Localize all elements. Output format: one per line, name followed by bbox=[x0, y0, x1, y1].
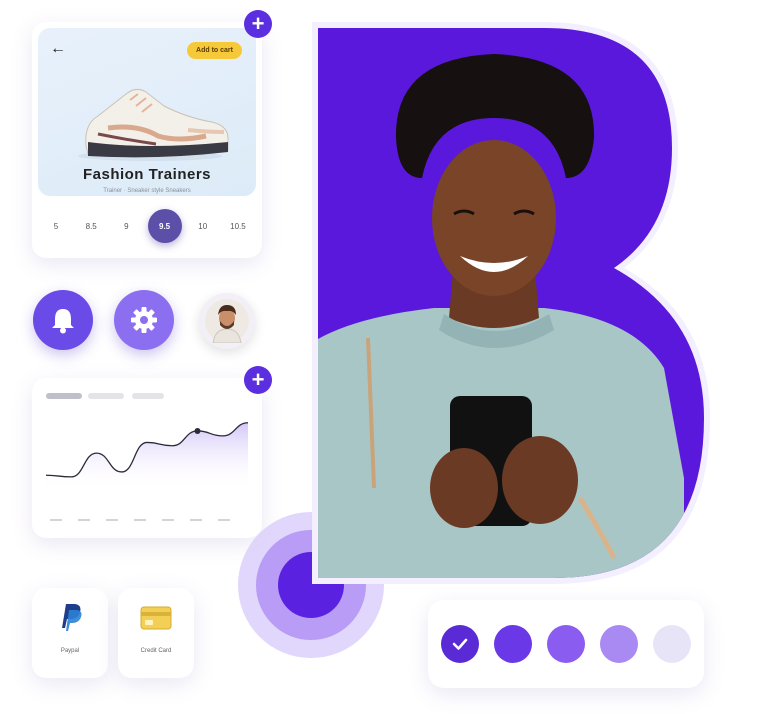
plus-icon[interactable]: + bbox=[244, 366, 272, 394]
settings-button[interactable] bbox=[114, 290, 174, 350]
person-avatar bbox=[205, 299, 249, 343]
bell-icon bbox=[52, 309, 74, 334]
size-selector: 5 8.5 9 9.5 10 10.5 bbox=[42, 208, 252, 244]
plus-icon[interactable]: + bbox=[244, 10, 272, 38]
color-swatch[interactable] bbox=[652, 625, 691, 663]
color-swatch[interactable] bbox=[546, 625, 585, 663]
paypal-label: Paypal bbox=[60, 648, 80, 654]
size-option[interactable]: 9 bbox=[112, 222, 140, 231]
credit-card-icon bbox=[140, 606, 172, 630]
product-subtitle: Trainer · Sneaker style Sneakers bbox=[103, 188, 191, 194]
chart-point-highlight bbox=[194, 427, 201, 434]
chart-area-fill bbox=[46, 422, 248, 490]
gear-icon bbox=[131, 307, 157, 333]
size-option[interactable]: 10.5 bbox=[224, 222, 252, 231]
product-title: Fashion Trainers bbox=[82, 166, 212, 183]
color-swatch-picker bbox=[428, 600, 704, 688]
paypal-option[interactable]: Paypal bbox=[32, 588, 108, 678]
area-chart bbox=[45, 422, 249, 521]
brand-letter-b bbox=[312, 22, 710, 584]
check-icon bbox=[453, 638, 468, 650]
color-swatch[interactable] bbox=[494, 625, 533, 663]
notifications-button[interactable] bbox=[33, 290, 93, 350]
color-swatch-selected[interactable] bbox=[441, 625, 480, 663]
product-hero: ← Add to cart Fashion Trainers Trainer ·… bbox=[38, 28, 256, 196]
size-option-selected[interactable]: 9.5 bbox=[147, 209, 182, 243]
credit-card-option[interactable]: Credit Card bbox=[118, 588, 194, 678]
color-swatch[interactable] bbox=[599, 625, 638, 663]
size-option[interactable]: 8.5 bbox=[77, 222, 105, 231]
credit-card-label: Credit Card bbox=[140, 648, 172, 654]
product-card: ← Add to cart Fashion Trainers Trainer ·… bbox=[32, 22, 262, 258]
paypal-icon bbox=[62, 604, 82, 631]
size-option[interactable]: 10 bbox=[189, 222, 217, 231]
avatar[interactable] bbox=[199, 293, 255, 349]
size-option[interactable]: 5 bbox=[42, 222, 70, 231]
chart-card bbox=[32, 378, 262, 538]
